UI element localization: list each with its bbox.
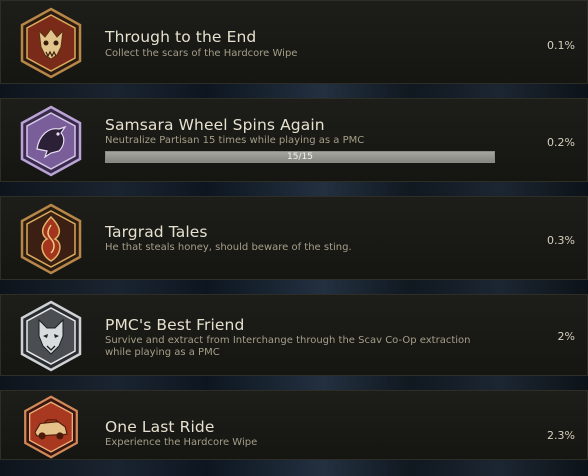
achievement-badge (19, 7, 83, 79)
achievement-title: One Last Ride (105, 418, 215, 436)
ornament-icon (20, 203, 82, 275)
raven-icon (20, 105, 82, 177)
achievement-row[interactable]: PMC's Best Friend Survive and extract fr… (0, 294, 588, 376)
achievement-title: Targrad Tales (105, 223, 208, 241)
background-strip (0, 181, 588, 197)
achievement-row[interactable]: Targrad Tales He that steals honey, shou… (0, 196, 588, 280)
achievement-description: Neutralize Partisan 15 times while playi… (105, 135, 365, 146)
wrecked-car-icon (24, 395, 78, 459)
achievement-title: PMC's Best Friend (105, 316, 245, 334)
achievement-badge (19, 105, 83, 177)
wolf-icon (20, 300, 82, 372)
achievement-title: Samsara Wheel Spins Again (105, 116, 325, 134)
progress-label: 15/15 (287, 152, 313, 162)
achievement-badge (19, 203, 83, 275)
background-strip (0, 83, 588, 99)
background-strip (0, 458, 588, 476)
achievement-description: Collect the scars of the Hardcore Wipe (105, 48, 298, 59)
achievement-percent: 2% (557, 330, 575, 343)
achievement-row[interactable]: Through to the End Collect the scars of … (0, 0, 588, 84)
background-strip (0, 375, 588, 391)
achievement-percent: 2.3% (547, 429, 575, 442)
achievement-row[interactable]: Samsara Wheel Spins Again Neutralize Par… (0, 98, 588, 182)
background-strip (0, 279, 588, 295)
achievement-title: Through to the End (105, 28, 257, 46)
achievement-row[interactable]: One Last Ride Experience the Hardcore Wi… (0, 390, 588, 460)
achievement-percent: 0.3% (547, 234, 575, 247)
achievement-badge (19, 395, 83, 459)
beast-skull-icon (20, 7, 82, 79)
achievement-description: He that steals honey, should beware of t… (105, 242, 352, 253)
achievement-percent: 0.2% (547, 136, 575, 149)
achievement-percent: 0.1% (547, 39, 575, 52)
achievement-description: Survive and extract from Interchange thr… (105, 335, 471, 358)
achievement-description: Experience the Hardcore Wipe (105, 437, 258, 448)
progress-bar: 15/15 (105, 151, 495, 163)
achievement-badge (19, 300, 83, 372)
